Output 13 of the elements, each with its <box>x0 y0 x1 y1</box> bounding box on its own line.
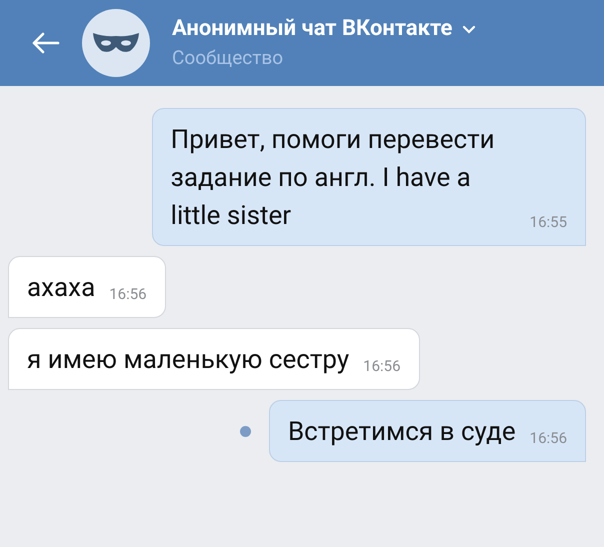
message-time: 16:56 <box>363 356 400 376</box>
message-time: 16:56 <box>530 428 567 448</box>
message-text: я имею маленькую сестру <box>27 344 350 377</box>
chevron-down-icon[interactable] <box>462 24 476 34</box>
message-text: Привет, помоги перевести задание по англ. I have a little sister <box>170 124 496 233</box>
chat-subtitle: Сообщество <box>172 45 284 71</box>
message-text: ахаха <box>27 272 96 305</box>
message-text: Встретимся в суде <box>288 416 516 449</box>
chat-title[interactable]: Анонимный чат ВКонтакте <box>172 14 452 44</box>
message-time: 16:56 <box>109 284 147 304</box>
back-arrow-icon[interactable] <box>30 31 60 55</box>
message-time: 16:55 <box>530 212 567 232</box>
mask-icon <box>92 31 140 55</box>
